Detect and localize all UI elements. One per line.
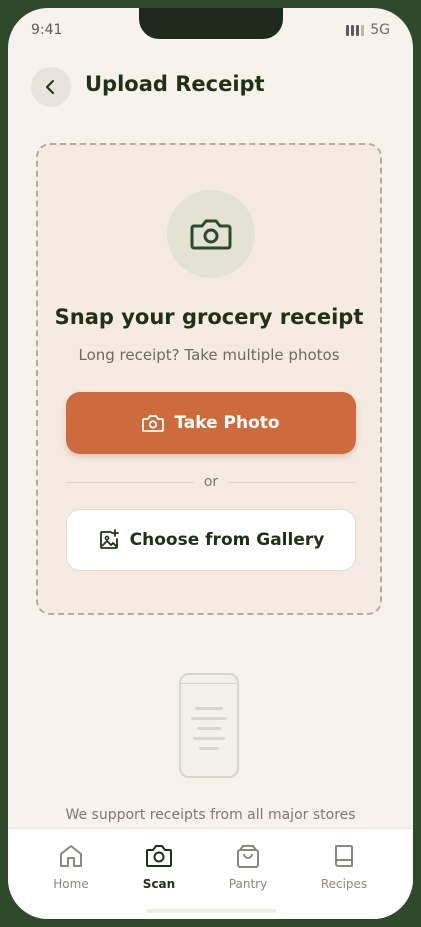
page-title: Upload Receipt bbox=[85, 72, 265, 96]
signal-icon bbox=[346, 24, 365, 36]
image-add-icon bbox=[99, 529, 119, 549]
support-text: We support receipts from all major store… bbox=[65, 807, 356, 823]
chevron-left-icon bbox=[46, 80, 54, 94]
book-icon bbox=[335, 845, 353, 867]
tab-recipes-label: Recipes bbox=[320, 877, 368, 891]
notch bbox=[139, 8, 283, 39]
or-label: or bbox=[203, 474, 219, 490]
tab-scan-label: Scan bbox=[142, 877, 176, 891]
gallery-label: Choose from Gallery bbox=[129, 530, 325, 550]
tab-home-label: Home bbox=[53, 877, 89, 891]
camera-icon bbox=[142, 414, 165, 432]
tab-scan[interactable]: Scan bbox=[119, 843, 199, 891]
receipt-dropzone[interactable]: Snap your grocery receipt Long receipt? … bbox=[36, 143, 382, 615]
phone-screen: 9:41 5G Upload Receipt Snap your grocery… bbox=[8, 8, 413, 919]
choose-gallery-button[interactable]: Choose from Gallery bbox=[66, 509, 356, 571]
or-divider: or bbox=[66, 472, 357, 492]
receipt-illustration bbox=[179, 673, 239, 778]
tab-pantry[interactable]: Pantry bbox=[208, 843, 288, 891]
upload-subline: Long receipt? Take multiple photos bbox=[78, 346, 340, 364]
take-photo-label: Take Photo bbox=[174, 413, 280, 433]
status-bar-right: 5G bbox=[346, 22, 390, 38]
bottom-tab-bar: Home Scan Pantry Recipes bbox=[8, 828, 413, 919]
tab-home[interactable]: Home bbox=[31, 843, 111, 891]
back-button[interactable] bbox=[31, 67, 71, 107]
camera-icon bbox=[190, 219, 232, 250]
home-indicator bbox=[146, 909, 276, 913]
tab-pantry-label: Pantry bbox=[228, 877, 268, 891]
take-photo-button[interactable]: Take Photo bbox=[66, 392, 356, 454]
camera-icon-circle bbox=[167, 190, 255, 278]
status-time: 9:41 bbox=[31, 22, 63, 38]
camera-icon bbox=[146, 845, 172, 867]
upload-headline: Snap your grocery receipt bbox=[54, 305, 364, 329]
home-icon bbox=[60, 845, 82, 867]
shopping-bag-icon bbox=[237, 845, 259, 868]
network-label: 5G bbox=[370, 22, 390, 38]
tab-recipes[interactable]: Recipes bbox=[304, 843, 384, 891]
